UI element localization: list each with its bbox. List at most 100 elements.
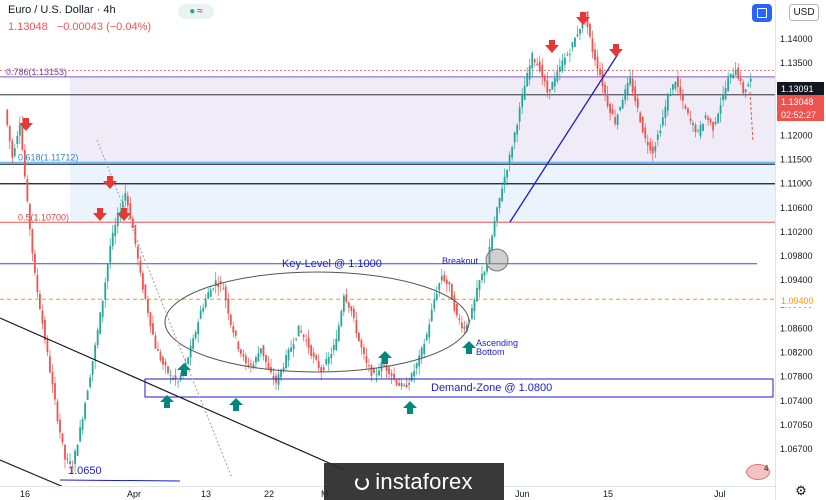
tradingview-label: 4 xyxy=(764,464,769,473)
candle-body xyxy=(458,318,461,321)
candle-body xyxy=(551,82,554,90)
currency-button[interactable]: USD xyxy=(789,4,819,21)
candle-body xyxy=(621,99,624,109)
candle-body xyxy=(614,117,617,124)
candle-body xyxy=(558,66,561,72)
candle-body xyxy=(433,299,436,309)
candle-body xyxy=(23,149,26,177)
candle-body xyxy=(232,326,235,333)
candle-body xyxy=(634,86,637,101)
candle-body xyxy=(624,89,627,101)
candle-body xyxy=(543,75,546,82)
candle-body xyxy=(332,344,335,351)
candle-body xyxy=(300,330,303,333)
key-level-label: Key-Level @ 1.1000 xyxy=(282,258,382,270)
candle-body xyxy=(538,61,541,72)
candle-body xyxy=(169,374,172,376)
candle-body xyxy=(59,419,61,433)
candle-body xyxy=(521,95,524,108)
candle-body xyxy=(375,373,378,375)
candle-body xyxy=(669,94,672,97)
candle-body xyxy=(312,352,315,357)
candle-body xyxy=(473,299,476,312)
candle-body xyxy=(177,381,179,383)
buy-arrow-icon-4 xyxy=(462,341,476,354)
candle-body xyxy=(74,450,76,465)
candle-body xyxy=(403,385,406,386)
candle-body xyxy=(342,295,345,312)
buy-arrow-icon-5 xyxy=(378,351,392,364)
chart-container[interactable]: 0.786(1.13153) 0.618(1.11712) 0.5(1.10700)… xyxy=(0,0,826,500)
candle-body xyxy=(252,364,255,368)
candle-body xyxy=(360,339,363,348)
candle-body xyxy=(501,188,503,202)
candle-body xyxy=(330,354,333,359)
candle-body xyxy=(606,93,609,107)
candle-body xyxy=(526,73,529,87)
candle-body xyxy=(619,107,622,111)
chart-canvas[interactable]: 0.786(1.13153) 0.618(1.11712) 0.5(1.10700)… xyxy=(0,0,826,500)
candle-body xyxy=(398,383,400,386)
candle-body xyxy=(104,282,107,300)
candle-body xyxy=(644,127,647,139)
candle-body xyxy=(478,280,481,290)
candle-body xyxy=(189,345,192,358)
candle-body xyxy=(727,78,730,91)
candle-body xyxy=(345,294,348,303)
candle-body xyxy=(742,82,745,94)
candle-body xyxy=(109,245,112,263)
candle-body xyxy=(202,307,205,312)
symbol-title[interactable]: Euro / U.S. Dollar · 4h xyxy=(8,4,116,16)
candle-body xyxy=(536,63,539,66)
candle-body xyxy=(41,310,44,324)
candle-body xyxy=(292,344,295,350)
candle-body xyxy=(571,42,574,48)
candle-body xyxy=(159,352,162,361)
candle-body xyxy=(179,375,182,379)
fib-label-05: 0.5(1.10700) xyxy=(18,212,69,222)
candle-body xyxy=(596,56,599,69)
candle-body xyxy=(11,140,14,158)
candle-body xyxy=(498,197,501,209)
candle-body xyxy=(440,276,443,281)
candle-body xyxy=(51,372,54,385)
candle-body xyxy=(413,371,416,377)
candle-body xyxy=(96,329,99,346)
candle-body xyxy=(574,37,576,47)
candle-body xyxy=(33,253,36,273)
candle-body xyxy=(516,124,519,135)
candle-body xyxy=(315,355,318,360)
candle-body xyxy=(147,299,149,313)
candle-body xyxy=(415,363,418,369)
candle-body xyxy=(358,332,360,341)
ascending-bottom-label: Ascending Bottom xyxy=(476,338,518,357)
candle-body xyxy=(493,221,496,237)
candle-body xyxy=(496,207,498,222)
candle-body xyxy=(591,38,594,53)
candle-body xyxy=(129,203,132,219)
buy-arrow-icon-2 xyxy=(229,398,243,411)
candle-body xyxy=(455,304,458,316)
candle-body xyxy=(719,105,722,114)
candle-body xyxy=(747,84,750,87)
screenshot-icon[interactable] xyxy=(752,4,772,22)
candle-body xyxy=(513,132,516,143)
demand-zone-label: Demand-Zone @ 1.0800 xyxy=(431,382,552,394)
candle-body xyxy=(448,281,451,285)
candle-body xyxy=(724,88,727,100)
candle-body xyxy=(224,286,227,301)
candle-body xyxy=(561,60,564,72)
gear-icon[interactable]: ⚙ xyxy=(794,484,808,498)
candle-body xyxy=(54,383,56,400)
candle-body xyxy=(6,109,9,126)
candle-body xyxy=(61,433,64,443)
candle-body xyxy=(445,279,448,285)
candle-body xyxy=(659,130,662,134)
candle-body xyxy=(511,147,514,158)
indicator-pill[interactable]: ● ≈ xyxy=(178,4,214,19)
candle-body xyxy=(641,116,644,133)
candle-body xyxy=(242,353,245,357)
candle-body xyxy=(81,419,84,430)
candle-body xyxy=(347,302,350,308)
candle-body xyxy=(646,141,649,146)
